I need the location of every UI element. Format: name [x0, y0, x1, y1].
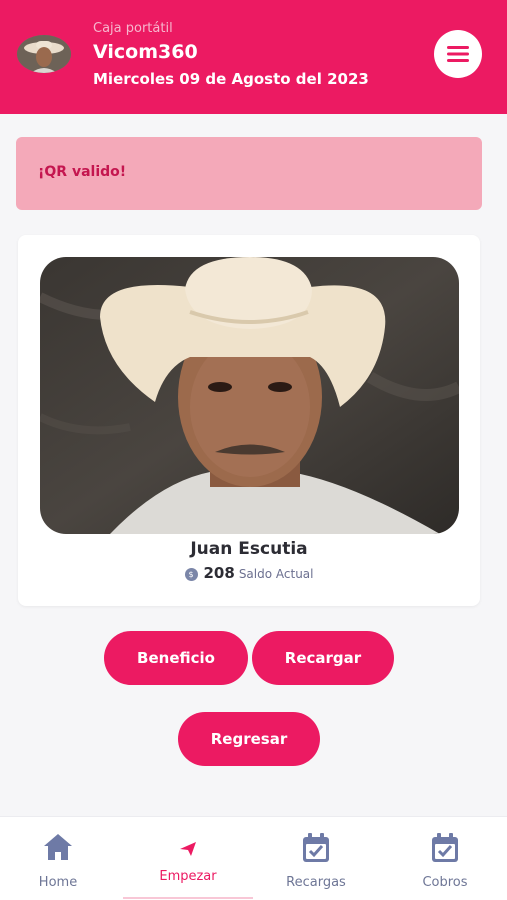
header-title: Vicom360 — [93, 41, 198, 63]
nav-item-home[interactable]: Home — [8, 817, 108, 900]
active-indicator — [123, 897, 253, 899]
send-icon — [180, 842, 196, 856]
header-subtitle: Caja portátil — [93, 21, 173, 36]
avatar[interactable] — [17, 35, 71, 73]
hamburger-icon — [447, 46, 469, 62]
balance-amount: 208 — [203, 564, 235, 582]
profile-photo — [40, 257, 459, 534]
nav-label-empezar: Empezar — [159, 869, 217, 884]
alert-message: ¡QR valido! — [38, 164, 127, 180]
recargar-button[interactable]: Recargar — [252, 631, 394, 685]
calendar-check-icon — [432, 833, 458, 862]
bottom-nav: Home Empezar Recargas Cobros — [0, 816, 507, 900]
home-icon — [44, 834, 72, 860]
header-date: Miercoles 09 de Agosto del 2023 — [93, 70, 369, 88]
qr-valid-alert: ¡QR valido! — [16, 137, 482, 210]
beneficio-button[interactable]: Beneficio — [104, 631, 248, 685]
calendar-check-icon — [303, 833, 329, 862]
balance-row: $208 Saldo Actual — [18, 564, 480, 582]
menu-button[interactable] — [434, 30, 482, 78]
profile-card: Juan Escutia $208 Saldo Actual — [18, 235, 480, 606]
nav-label-home: Home — [38, 875, 78, 890]
nav-label-cobros: Cobros — [422, 875, 468, 890]
nav-item-empezar[interactable]: Empezar — [123, 817, 253, 900]
nav-item-cobros[interactable]: Cobros — [395, 817, 495, 900]
person-name: Juan Escutia — [190, 539, 308, 559]
balance-label: Saldo Actual — [238, 567, 314, 581]
regresar-button[interactable]: Regresar — [178, 712, 320, 766]
coin-icon: $ — [184, 568, 198, 581]
app-header: Caja portátil Vicom360 Miercoles 09 de A… — [0, 0, 507, 114]
nav-label-recargas: Recargas — [286, 875, 346, 890]
nav-item-recargas[interactable]: Recargas — [266, 817, 366, 900]
